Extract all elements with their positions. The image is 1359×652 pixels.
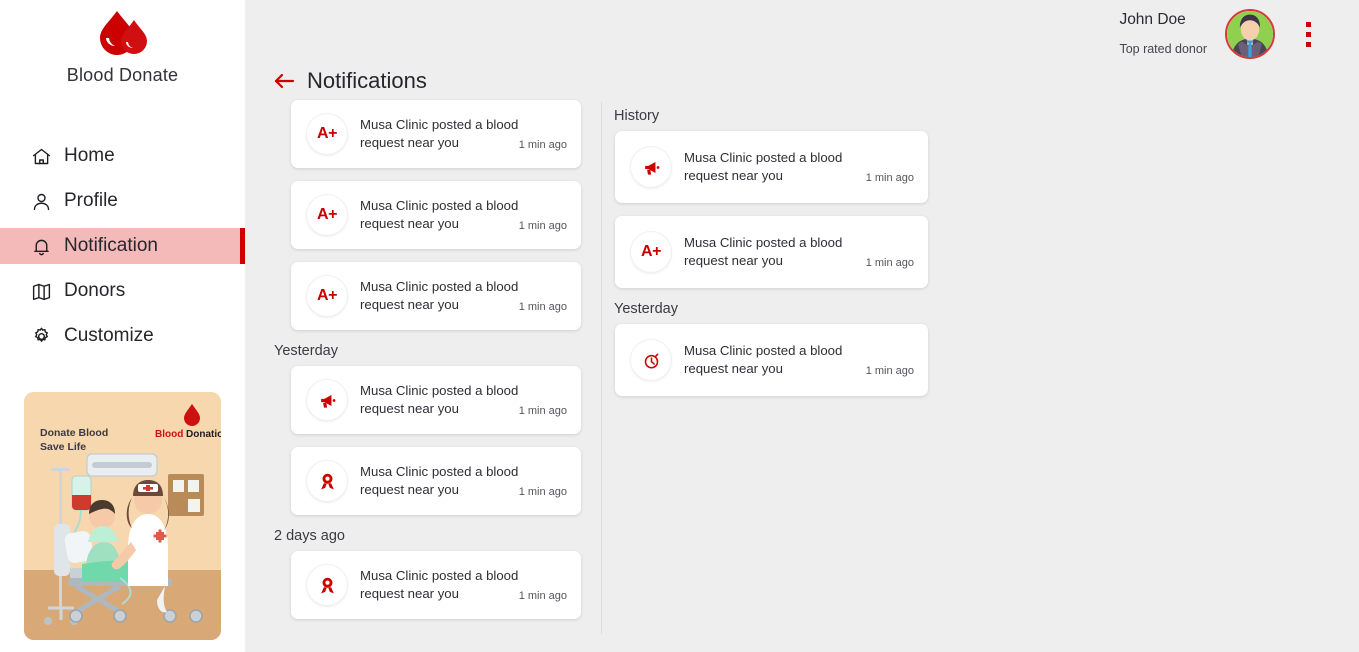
notification-text: Musa Clinic posted a blood request near … (360, 198, 519, 231)
blood-type-icon: A+ (307, 114, 347, 154)
notification-body: Musa Clinic posted a blood request near … (360, 197, 567, 233)
notification-text: Musa Clinic posted a blood request near … (684, 343, 843, 376)
sidebar-item-label: Home (64, 145, 115, 166)
megaphone-icon (631, 147, 671, 187)
user-name: John Doe (1119, 11, 1186, 28)
notification-text: Musa Clinic posted a blood request near … (360, 383, 519, 416)
blood-type-icon: A+ (307, 195, 347, 235)
notification-time: 1 min ago (518, 590, 567, 602)
user-icon (30, 190, 52, 212)
user-info: John Doe Top rated donor (1119, 9, 1207, 59)
notification-time: 1 min ago (518, 405, 567, 417)
blood-type-label: A+ (317, 287, 337, 304)
stopwatch-icon (631, 340, 671, 380)
app-root: Blood Donate Home Profile Notification D… (0, 0, 1359, 652)
notifications-right-column: History Musa Clinic posted a blood reque… (602, 100, 1359, 652)
brand-name: Blood Donate (66, 65, 179, 85)
blood-type-label: A+ (317, 206, 337, 223)
notification-card[interactable]: Musa Clinic posted a blood request near … (615, 131, 928, 203)
notification-body: Musa Clinic posted a blood request near … (360, 382, 567, 418)
blood-type-label: A+ (641, 243, 661, 260)
notification-group: Yesterday Musa Clinic posted a blood req… (273, 343, 601, 515)
notification-body: Musa Clinic posted a blood request near … (360, 463, 567, 499)
notification-body: Musa Clinic posted a blood request near … (684, 342, 914, 378)
group-label: Yesterday (614, 301, 678, 317)
notification-text: Musa Clinic posted a blood request near … (360, 464, 519, 497)
notification-card[interactable]: A+ Musa Clinic posted a blood request ne… (291, 100, 581, 168)
notification-body: Musa Clinic posted a blood request near … (684, 234, 914, 270)
notification-text: Musa Clinic posted a blood request near … (360, 568, 519, 601)
group-label: 2 days ago (274, 528, 345, 544)
sidebar-nav: Home Profile Notification Donors Customi… (0, 138, 245, 354)
blood-type-icon: A+ (631, 232, 671, 272)
notification-card[interactable]: Musa Clinic posted a blood request near … (291, 366, 581, 434)
notification-time: 1 min ago (518, 301, 567, 313)
home-icon (30, 145, 52, 167)
sidebar: Blood Donate Home Profile Notification D… (0, 0, 245, 652)
notification-body: Musa Clinic posted a blood request near … (360, 116, 567, 152)
promo-headline-line1: Donate Blood (40, 427, 108, 439)
notification-time: 1 min ago (865, 365, 914, 377)
notification-body: Musa Clinic posted a blood request near … (684, 149, 914, 185)
sidebar-item-notification[interactable]: Notification (0, 228, 245, 264)
back-arrow-icon[interactable] (273, 72, 295, 90)
notification-card[interactable]: Musa Clinic posted a blood request near … (291, 447, 581, 515)
notification-group: A+ Musa Clinic posted a blood request ne… (273, 100, 601, 330)
blood-type-icon: A+ (307, 276, 347, 316)
blood-drop-icon (0, 8, 245, 61)
notifications-columns: A+ Musa Clinic posted a blood request ne… (245, 100, 1359, 652)
promo-headline-line2: Save Life (40, 441, 86, 453)
gear-icon (30, 325, 52, 347)
main-content: John Doe Top rated donor Notifications A… (245, 0, 1359, 652)
notification-body: Musa Clinic posted a blood request near … (360, 278, 567, 314)
notification-text: Musa Clinic posted a blood request near … (684, 150, 843, 183)
sidebar-item-label: Notification (64, 235, 158, 256)
notification-group: 2 days ago Musa Clinic posted a blood re… (273, 528, 601, 619)
page-title: Notifications (307, 68, 427, 93)
award-icon (307, 565, 347, 605)
promo-badge-word2: Donation (186, 429, 221, 440)
brand: Blood Donate (0, 0, 245, 86)
page-header: Notifications (273, 68, 427, 94)
notification-text: Musa Clinic posted a blood request near … (360, 279, 519, 312)
award-icon (307, 461, 347, 501)
map-icon (30, 280, 52, 302)
sidebar-item-home[interactable]: Home (0, 138, 245, 174)
notification-text: Musa Clinic posted a blood request near … (684, 235, 843, 268)
kebab-menu-icon[interactable] (1291, 12, 1325, 56)
notification-card[interactable]: A+ Musa Clinic posted a blood request ne… (291, 262, 581, 330)
avatar[interactable] (1225, 9, 1275, 59)
notification-time: 1 min ago (518, 139, 567, 151)
notification-body: Musa Clinic posted a blood request near … (360, 567, 567, 603)
notification-time: 1 min ago (865, 172, 914, 184)
group-label: History (614, 108, 660, 124)
notifications-left-column: A+ Musa Clinic posted a blood request ne… (245, 100, 601, 652)
blood-type-label: A+ (317, 125, 337, 142)
notification-time: 1 min ago (865, 257, 914, 269)
notification-text: Musa Clinic posted a blood request near … (360, 117, 519, 150)
notification-card[interactable]: Musa Clinic posted a blood request near … (291, 551, 581, 619)
notification-group: History Musa Clinic posted a blood reque… (611, 108, 1359, 288)
bell-icon (30, 235, 52, 257)
promo-badge-word1: Blood (155, 429, 183, 440)
notification-card[interactable]: A+ Musa Clinic posted a blood request ne… (615, 216, 928, 288)
sidebar-item-customize[interactable]: Customize (0, 318, 245, 354)
user-subtitle: Top rated donor (1119, 42, 1207, 56)
notification-time: 1 min ago (518, 486, 567, 498)
notification-card[interactable]: Musa Clinic posted a blood request near … (615, 324, 928, 396)
notification-time: 1 min ago (518, 220, 567, 232)
sidebar-item-label: Donors (64, 280, 126, 301)
promo-illustration: Blood Donation Donate Blood Save Life (24, 392, 221, 640)
group-label: Yesterday (274, 343, 338, 359)
topbar: John Doe Top rated donor (1119, 0, 1359, 68)
megaphone-icon (307, 380, 347, 420)
sidebar-item-donors[interactable]: Donors (0, 273, 245, 309)
sidebar-item-profile[interactable]: Profile (0, 183, 245, 219)
sidebar-item-label: Profile (64, 190, 118, 211)
notification-card[interactable]: A+ Musa Clinic posted a blood request ne… (291, 181, 581, 249)
sidebar-item-label: Customize (64, 325, 154, 346)
notification-group: Yesterday Musa Clinic posted a blood req… (611, 301, 1359, 396)
